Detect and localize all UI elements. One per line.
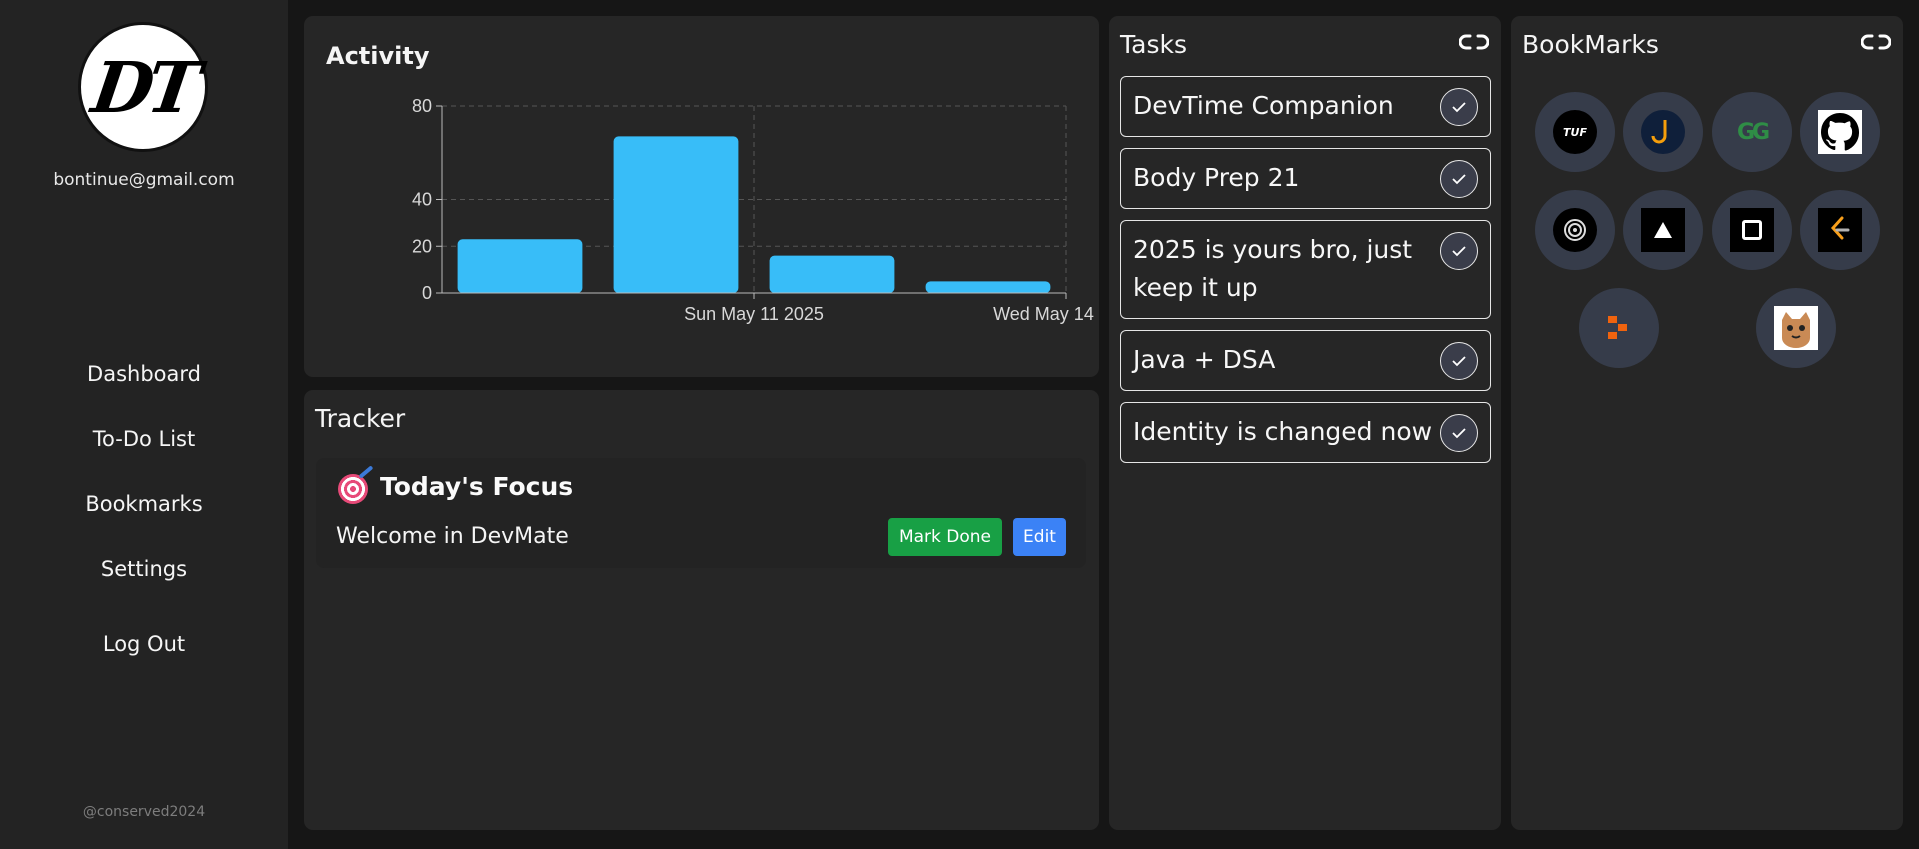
bookmarks-card: BookMarks TUF GG xyxy=(1511,16,1903,830)
activity-chart: Sun May 11 2025 Wed May 14 2025 0 20 40 80 xyxy=(412,96,1099,324)
bookmark-takeuforward[interactable]: TUF xyxy=(1535,92,1615,172)
footer-handle: @conserved2024 xyxy=(82,804,206,820)
link-icon[interactable] xyxy=(1861,34,1891,50)
task-item[interactable]: Identity is changed now xyxy=(1120,402,1491,463)
check-icon[interactable] xyxy=(1440,414,1478,452)
tasks-card: Tasks DevTime Companion Body Prep 21 202… xyxy=(1109,16,1501,830)
y-tick-label: 40 xyxy=(412,190,432,210)
x-tick-label: Sun May 11 2025 xyxy=(684,304,824,324)
focus-heading: Today's Focus xyxy=(380,472,574,501)
chatgpt-icon xyxy=(1553,208,1597,252)
square-icon xyxy=(1730,208,1774,252)
activity-card: Activity Sun May 11 2025Wed May 14 20250… xyxy=(304,16,1099,377)
leetcode-icon xyxy=(1818,208,1862,252)
bookmarks-title: BookMarks xyxy=(1522,30,1659,59)
cat-avatar-icon xyxy=(1774,306,1818,350)
task-label: Body Prep 21 xyxy=(1133,163,1300,192)
task-item[interactable]: Body Prep 21 xyxy=(1120,148,1491,209)
github-icon xyxy=(1818,110,1862,154)
nav-logout[interactable]: Log Out xyxy=(0,632,288,656)
task-label: DevTime Companion xyxy=(1133,91,1394,120)
vercel-icon xyxy=(1641,208,1685,252)
codingninjas-icon xyxy=(1641,110,1685,154)
y-tick-label: 0 xyxy=(422,283,432,303)
bookmark-codolio[interactable] xyxy=(1579,288,1659,368)
bookmark-codingninjas[interactable] xyxy=(1623,92,1703,172)
task-label: Identity is changed now xyxy=(1133,417,1433,446)
task-label: 2025 is yours bro, just keep it up xyxy=(1133,235,1413,302)
nav-settings[interactable]: Settings xyxy=(0,557,288,581)
nav-dashboard[interactable]: Dashboard xyxy=(0,362,288,386)
tracker-title: Tracker xyxy=(315,404,406,433)
mark-done-button[interactable]: Mark Done xyxy=(888,518,1002,556)
check-icon[interactable] xyxy=(1440,160,1478,198)
check-icon[interactable] xyxy=(1440,342,1478,380)
bookmark-square[interactable] xyxy=(1712,190,1792,270)
y-tick-label: 80 xyxy=(412,96,432,116)
bookmark-leetcode[interactable] xyxy=(1800,190,1880,270)
target-icon xyxy=(338,474,368,504)
chart-bar xyxy=(613,136,739,293)
bookmark-github[interactable] xyxy=(1800,92,1880,172)
geeksforgeeks-icon: GG xyxy=(1736,119,1770,145)
bookmark-geeksforgeeks[interactable]: GG xyxy=(1712,92,1792,172)
user-email: bontinue@gmail.com xyxy=(53,170,235,190)
check-icon[interactable] xyxy=(1440,232,1478,270)
focus-text: Welcome in DevMate xyxy=(336,524,569,549)
task-item[interactable]: DevTime Companion xyxy=(1120,76,1491,137)
check-icon[interactable] xyxy=(1440,88,1478,126)
nav-todo-list[interactable]: To-Do List xyxy=(0,427,288,451)
takeuforward-icon: TUF xyxy=(1553,110,1597,154)
y-tick-label: 20 xyxy=(412,236,432,256)
bookmark-vercel[interactable] xyxy=(1623,190,1703,270)
x-tick-label: Wed May 14 2025 xyxy=(993,304,1099,324)
task-item[interactable]: Java + DSA xyxy=(1120,330,1491,391)
task-item[interactable]: 2025 is yours bro, just keep it up xyxy=(1120,220,1491,319)
avatar-logo: DT xyxy=(86,45,200,129)
bookmark-chatgpt[interactable] xyxy=(1535,190,1615,270)
avatar[interactable]: DT xyxy=(78,22,208,152)
codolio-icon xyxy=(1597,306,1641,350)
chart-bar xyxy=(925,281,1051,293)
chart-bar xyxy=(457,239,583,293)
link-icon[interactable] xyxy=(1459,34,1489,50)
edit-button[interactable]: Edit xyxy=(1013,518,1066,556)
tracker-card: Tracker Today's Focus Welcome in DevMate… xyxy=(304,390,1099,830)
chart-bar xyxy=(769,255,895,293)
tasks-title: Tasks xyxy=(1120,30,1187,59)
task-label: Java + DSA xyxy=(1133,345,1276,374)
sidebar: DT bontinue@gmail.com Dashboard To-Do Li… xyxy=(0,0,288,849)
bookmark-cat[interactable] xyxy=(1756,288,1836,368)
nav-bookmarks[interactable]: Bookmarks xyxy=(0,492,288,516)
